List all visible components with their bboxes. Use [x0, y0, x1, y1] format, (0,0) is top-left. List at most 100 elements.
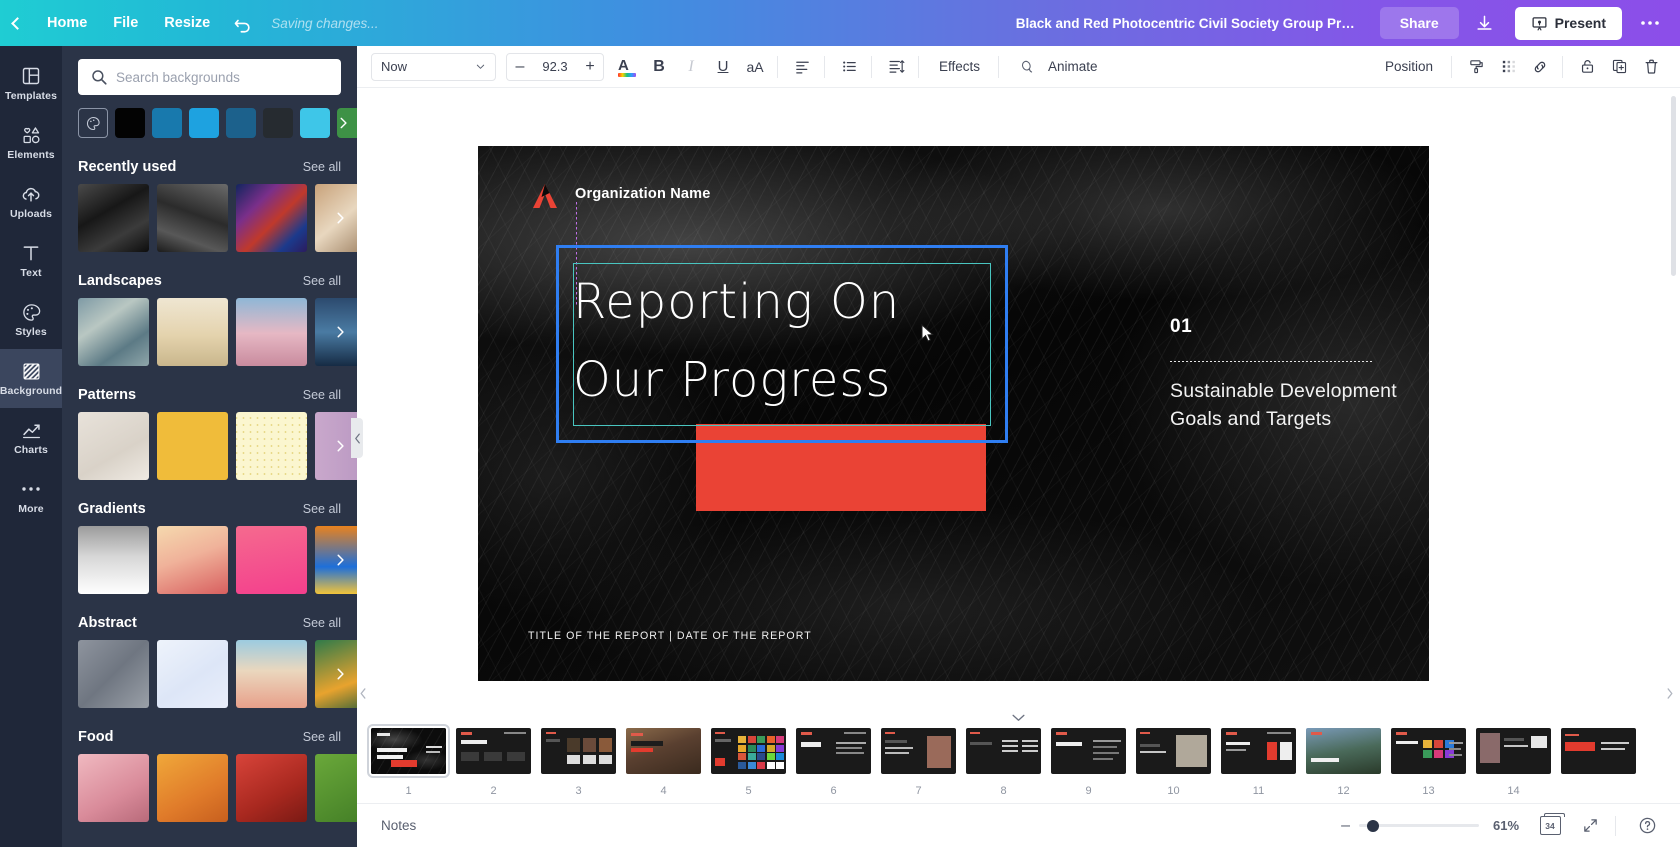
- present-button[interactable]: Present: [1514, 6, 1622, 40]
- background-thumb-city-lights-bokeh[interactable]: [236, 184, 307, 252]
- slide-thumbnail-2[interactable]: 2: [452, 728, 535, 797]
- scroll-right-recently-used[interactable]: [327, 205, 353, 231]
- background-thumb-red-berries-photo[interactable]: [236, 754, 307, 822]
- sidebar-item-more[interactable]: More: [0, 467, 62, 526]
- underline-button[interactable]: U: [708, 52, 738, 82]
- background-thumb-pink-magenta-gradient[interactable]: [236, 526, 307, 594]
- transparency-button[interactable]: [1493, 52, 1523, 82]
- sidebar-item-charts[interactable]: Charts: [0, 408, 62, 467]
- panel-collapse-handle[interactable]: [351, 418, 363, 458]
- background-thumb-desert-road-illustration[interactable]: [236, 640, 307, 708]
- link-button[interactable]: [1525, 52, 1555, 82]
- zoom-slider-knob[interactable]: [1367, 819, 1379, 832]
- slide-thumbnail-11[interactable]: 11: [1217, 728, 1300, 797]
- slide-thumbnail-4[interactable]: 4: [622, 728, 705, 797]
- fullscreen-button[interactable]: [1573, 811, 1607, 841]
- slide-thumbnail-10[interactable]: 10: [1132, 728, 1215, 797]
- background-thumb-beige-plaster-texture[interactable]: [78, 412, 149, 480]
- background-thumb-dark-marble-texture[interactable]: [78, 184, 149, 252]
- swatch-scroll-right-button[interactable]: [331, 111, 355, 135]
- font-family-select[interactable]: Now: [371, 52, 496, 81]
- slide-thumbnail-5[interactable]: 5: [707, 728, 790, 797]
- background-thumb-grey-geometric-shards[interactable]: [78, 640, 149, 708]
- swatch-5[interactable]: [300, 108, 330, 138]
- see-all-link-food[interactable]: See all: [303, 730, 341, 744]
- canvas-scroll-right-button[interactable]: [1666, 688, 1674, 702]
- search-input[interactable]: [78, 59, 341, 95]
- slide-thumbnail-8[interactable]: 8: [962, 728, 1045, 797]
- sidebar-item-uploads[interactable]: Uploads: [0, 172, 62, 231]
- see-all-link-landscapes[interactable]: See all: [303, 274, 341, 288]
- line-spacing-button[interactable]: [881, 52, 911, 82]
- file-menu-item[interactable]: File: [100, 9, 151, 37]
- delete-button[interactable]: [1636, 52, 1666, 82]
- swatch-4[interactable]: [263, 108, 293, 138]
- see-all-link-gradients[interactable]: See all: [303, 502, 341, 516]
- slide-thumbnail-6[interactable]: 6: [792, 728, 875, 797]
- bullet-list-button[interactable]: [834, 52, 864, 82]
- undo-button[interactable]: [223, 7, 263, 39]
- scroll-right-gradients[interactable]: [327, 547, 353, 573]
- copy-style-button[interactable]: [1461, 52, 1491, 82]
- background-thumb-cream-dot-pattern[interactable]: [236, 412, 307, 480]
- italic-button[interactable]: I: [676, 52, 706, 82]
- swatch-2[interactable]: [189, 108, 219, 138]
- zoom-out-button[interactable]: –: [1341, 817, 1350, 833]
- background-thumb-pink-dessert-photo[interactable]: [78, 754, 149, 822]
- see-all-link-abstract[interactable]: See all: [303, 616, 341, 630]
- slide-filmstrip[interactable]: 1 2 3 4 5 6 7 8 9 10 11 12 13 14: [357, 718, 1680, 803]
- zoom-slider[interactable]: [1359, 819, 1479, 832]
- font-size-decrease-button[interactable]: –: [507, 54, 533, 80]
- bold-button[interactable]: B: [644, 52, 674, 82]
- see-all-link-patterns[interactable]: See all: [303, 388, 341, 402]
- animate-button[interactable]: Animate: [1008, 52, 1109, 82]
- sidebar-item-elements[interactable]: Elements: [0, 113, 62, 172]
- background-thumb-grey-stone-texture[interactable]: [157, 184, 228, 252]
- position-button[interactable]: Position: [1374, 52, 1444, 82]
- color-picker-button[interactable]: [78, 108, 108, 138]
- slide-thumbnail-9[interactable]: 9: [1047, 728, 1130, 797]
- see-all-link-recently-used[interactable]: See all: [303, 160, 341, 174]
- font-size-value[interactable]: 92.3: [533, 59, 577, 74]
- swatch-0[interactable]: [115, 108, 145, 138]
- slide-canvas[interactable]: Organization Name Reporting On Our Progr…: [478, 146, 1429, 681]
- help-button[interactable]: [1630, 811, 1664, 841]
- download-button[interactable]: [1465, 7, 1505, 39]
- scroll-right-abstract[interactable]: [327, 661, 353, 687]
- slide-thumbnail-3[interactable]: 3: [537, 728, 620, 797]
- slide-thumbnail-12[interactable]: 12: [1302, 728, 1385, 797]
- background-thumb-peach-sunset-gradient[interactable]: [157, 526, 228, 594]
- sidebar-item-templates[interactable]: Templates: [0, 54, 62, 113]
- scroll-right-patterns[interactable]: [327, 433, 353, 459]
- font-size-increase-button[interactable]: +: [577, 54, 603, 80]
- document-title[interactable]: Black and Red Photocentric Civil Society…: [1006, 10, 1366, 37]
- resize-menu-item[interactable]: Resize: [151, 9, 223, 37]
- slide-thumbnail-1[interactable]: 1: [367, 724, 450, 797]
- duplicate-button[interactable]: [1604, 52, 1634, 82]
- sidebar-item-styles[interactable]: Styles: [0, 290, 62, 349]
- background-thumb-desert-dune-horizon[interactable]: [157, 298, 228, 366]
- back-button[interactable]: [0, 0, 34, 46]
- background-thumb-solid-yellow[interactable]: [157, 412, 228, 480]
- canvas-scroll-left-button[interactable]: [359, 688, 367, 702]
- background-thumb-orange-fruit-photo[interactable]: [157, 754, 228, 822]
- selection-box[interactable]: [556, 245, 1008, 443]
- home-menu-item[interactable]: Home: [34, 9, 100, 37]
- lock-button[interactable]: [1572, 52, 1602, 82]
- slide-thumbnail-13[interactable]: 13: [1387, 728, 1470, 797]
- page-count-button[interactable]: 34: [1533, 811, 1567, 841]
- swatch-1[interactable]: [152, 108, 182, 138]
- sidebar-item-background[interactable]: Background: [0, 349, 62, 408]
- effects-button[interactable]: Effects: [928, 52, 991, 82]
- sidebar-item-text[interactable]: Text: [0, 231, 62, 290]
- swatch-3[interactable]: [226, 108, 256, 138]
- text-case-button[interactable]: aA: [740, 52, 770, 82]
- filmstrip-collapse-button[interactable]: [986, 709, 1051, 727]
- share-button[interactable]: Share: [1379, 7, 1459, 39]
- text-color-button[interactable]: A: [612, 52, 642, 82]
- scroll-right-landscapes[interactable]: [327, 319, 353, 345]
- background-thumb-green-salad-photo[interactable]: [315, 754, 357, 822]
- background-thumb-pale-blue-triangles[interactable]: [157, 640, 228, 708]
- slide-thumbnail-7[interactable]: 7: [877, 728, 960, 797]
- background-thumb-pebble-beach-stones[interactable]: [78, 298, 149, 366]
